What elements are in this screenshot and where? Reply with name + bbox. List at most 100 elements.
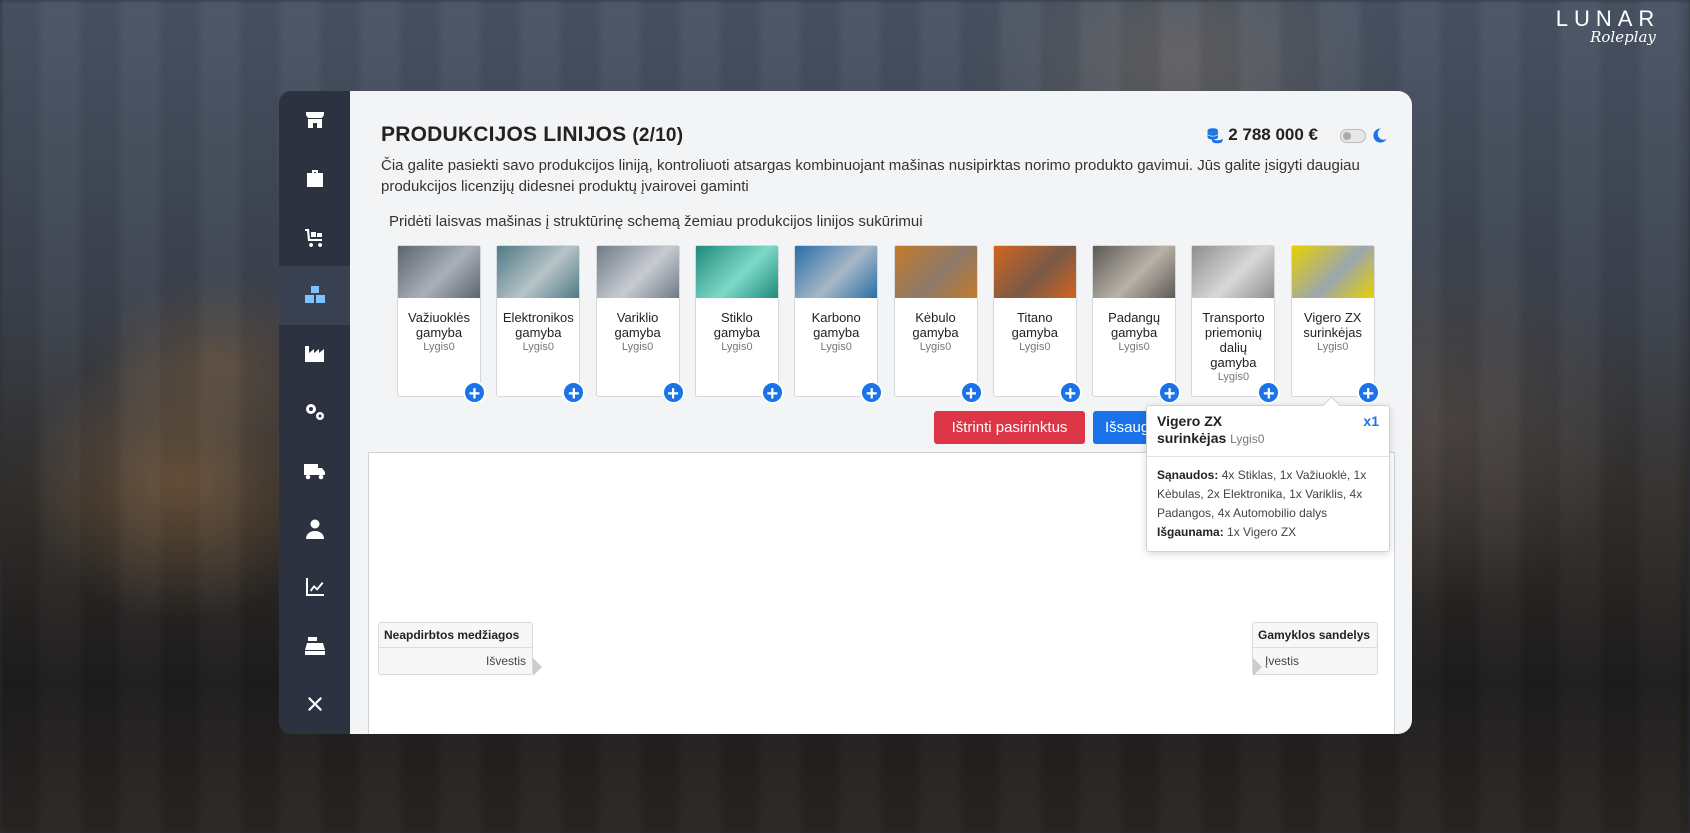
produces-label: Išgaunama: [1157, 525, 1224, 539]
machine-image [1291, 246, 1374, 298]
machine-card[interactable]: Vigero ZX surinkėjas Lygis0 + [1290, 245, 1380, 405]
machine-level: Lygis0 [1118, 341, 1150, 353]
consumes-label: Sąnaudos: [1157, 468, 1219, 482]
machine-card[interactable]: Elektronikos gamyba Lygis0 + [496, 245, 586, 405]
add-machine-button[interactable]: + [562, 381, 586, 405]
machine-image [795, 246, 878, 298]
store-icon [305, 112, 324, 129]
machine-image [1093, 246, 1176, 298]
machine-name: Transporto priemonių dalių gamyba [1202, 310, 1265, 370]
page-title: PRODUKCIJOS LINIJOS (2/10) [381, 123, 683, 147]
machine-name: Važiuoklės gamyba [408, 310, 470, 340]
source-node[interactable]: Neapdirbtos medžiagos Išvestis [378, 622, 542, 676]
gears-icon [305, 404, 324, 421]
truck-icon [303, 463, 325, 479]
factory-icon [304, 345, 324, 362]
machine-level: Lygis0 [522, 341, 554, 353]
tooltip-title: Vigero ZX surinkėjas Lygis0 [1157, 413, 1267, 448]
machine-card[interactable]: Karbono gamyba Lygis0 + [794, 245, 884, 405]
machine-level: Lygis0 [423, 341, 455, 353]
moon-icon[interactable] [1371, 127, 1388, 144]
brand-tagline: Roleplay [1590, 28, 1656, 46]
add-machine-button[interactable]: + [1257, 381, 1281, 405]
close-icon [307, 697, 322, 712]
page-description: Čia galite pasiekti savo produkcijos lin… [381, 157, 1360, 195]
add-machine-button[interactable]: + [1158, 381, 1182, 405]
balance-value: 2 788 000 € [1228, 125, 1318, 144]
machine-tooltip: Vigero ZX surinkėjas Lygis0 x1 Sąnaudos:… [1146, 405, 1390, 552]
machine-image [695, 246, 778, 298]
machine-level: Lygis0 [721, 341, 753, 353]
add-machine-button[interactable]: + [760, 381, 784, 405]
machine-card[interactable]: Variklio gamyba Lygis0 + [595, 245, 685, 405]
machine-image [398, 246, 480, 298]
machine-level: Lygis0 [1019, 341, 1051, 353]
delete-selected-button[interactable]: Ištrinti pasirinktus [934, 411, 1085, 444]
add-machine-button[interactable]: + [860, 381, 884, 405]
sidebar-item-industry[interactable] [279, 325, 350, 383]
briefcase-icon [306, 169, 323, 187]
target-node[interactable]: Gamyklos sandelys Įvestis [1252, 622, 1378, 676]
source-node-title: Neapdirbtos medžiagos [379, 623, 532, 648]
target-node-port-label: Įvestis [1265, 654, 1300, 668]
sidebar-item-cart[interactable] [279, 208, 350, 266]
sidebar-item-close[interactable] [279, 675, 350, 733]
machine-card[interactable]: Transporto priemonių dalių gamyba Lygis0 + [1191, 245, 1281, 405]
machine-name: Variklio gamyba [614, 310, 661, 340]
machine-name: Kėbulo gamyba [912, 310, 959, 340]
machine-image [596, 246, 679, 298]
sidebar-item-store[interactable] [279, 91, 350, 149]
sidebar [279, 91, 350, 734]
machine-image [993, 246, 1076, 298]
produces-value: 1x Vigero ZX [1227, 525, 1297, 539]
sidebar-item-transport[interactable] [279, 441, 350, 499]
machine-image [894, 246, 977, 298]
balance-display: 2 788 000 € [1206, 125, 1318, 145]
machine-level: Lygis0 [1217, 371, 1250, 383]
machine-card[interactable]: Titano gamyba Lygis0 + [992, 245, 1082, 405]
chart-line-icon [305, 578, 324, 597]
tooltip-multiplier: x1 [1363, 413, 1379, 429]
add-machine-button[interactable]: + [959, 381, 983, 405]
sidebar-item-briefcase[interactable] [279, 149, 350, 207]
sidebar-item-machines[interactable] [279, 383, 350, 441]
sidebar-item-statistics[interactable] [279, 558, 350, 616]
machine-card[interactable]: Važiuoklės gamyba Lygis0 + [397, 245, 486, 405]
add-machine-button[interactable]: + [463, 381, 486, 405]
cart-icon [304, 228, 322, 247]
user-tie-icon [305, 519, 324, 539]
sidebar-item-employees[interactable] [279, 500, 350, 558]
machine-name: Padangų gamyba [1108, 310, 1161, 340]
machine-card[interactable]: Kėbulo gamyba Lygis0 + [893, 245, 983, 405]
theme-toggle[interactable] [1340, 129, 1366, 143]
machines-subtitle: Pridėti laisvas mašinas į struktūrinę sc… [389, 213, 923, 230]
machine-card[interactable]: Padangų gamyba Lygis0 + [1092, 245, 1182, 405]
machine-level: Lygis0 [1316, 341, 1349, 353]
brand-logo: LUNAR Roleplay [1548, 6, 1668, 46]
machine-level: Lygis0 [621, 341, 654, 353]
machine-card[interactable]: Stiklo gamyba Lygis0 + [694, 245, 784, 405]
machine-name: Elektronikos gamyba [502, 310, 574, 340]
input-port[interactable] [1253, 658, 1262, 676]
machine-name: Karbono gamyba [811, 310, 861, 340]
source-node-port-label: Išvestis [485, 654, 526, 668]
target-node-title: Gamyklos sandelys [1253, 623, 1377, 648]
sidebar-item-production[interactable] [279, 266, 350, 325]
sidebar-item-cashier[interactable] [279, 617, 350, 675]
tooltip-produces: Išgaunama: 1x Vigero ZX [1157, 523, 1379, 542]
tooltip-consumes: Sąnaudos: 4x Stiklas, 1x Važiuoklė, 1x K… [1157, 466, 1379, 523]
tooltip-title-text: Vigero ZX surinkėjas [1157, 413, 1227, 446]
add-machine-button[interactable]: + [1058, 381, 1082, 405]
add-machine-button[interactable]: + [661, 381, 685, 405]
page-title-text: PRODUKCIJOS LINIJOS [381, 123, 627, 146]
machine-name: Titano gamyba [1011, 310, 1058, 340]
machine-image [497, 246, 580, 298]
tooltip-level: Lygis0 [1230, 432, 1265, 446]
add-machine-button[interactable]: + [1356, 381, 1380, 405]
machine-image [1192, 246, 1275, 298]
machine-name: Stiklo gamyba [713, 310, 761, 340]
output-port[interactable] [533, 658, 542, 676]
line-count: (2/10) [632, 125, 684, 146]
machine-name: Vigero ZX surinkėjas [1303, 310, 1362, 340]
machine-level: Lygis0 [919, 341, 952, 353]
